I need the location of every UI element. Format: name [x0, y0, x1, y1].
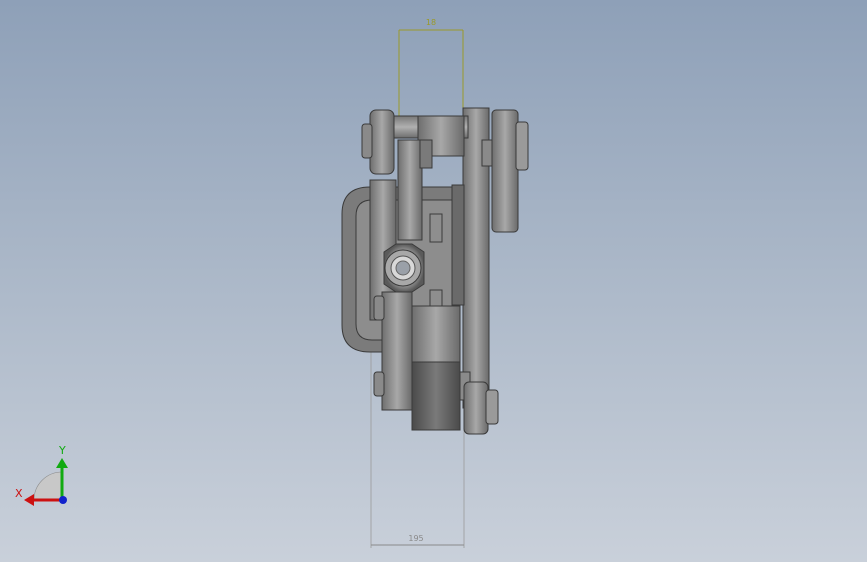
center-bore-inner — [395, 260, 411, 276]
lower-link-arm[interactable] — [381, 291, 413, 411]
lower-link-pin-upper — [373, 295, 385, 321]
coordinate-triad[interactable]: Y X — [15, 444, 68, 506]
dimension-bottom-value[interactable]: 195 — [408, 534, 423, 543]
dimension-top-value[interactable]: 18 — [426, 18, 436, 27]
right-bracket-spacer — [451, 184, 465, 306]
triad-z-axis — [59, 496, 67, 504]
lower-link-pin — [373, 371, 385, 397]
model-assembly[interactable] — [341, 107, 529, 435]
dimension-top[interactable]: 18 — [398, 18, 464, 118]
top-left-roller[interactable] — [369, 109, 395, 175]
model-canvas[interactable]: 18 195 Y X — [0, 0, 867, 562]
graphics-viewport[interactable]: 18 195 Y X — [0, 0, 867, 562]
top-link-arm[interactable] — [397, 139, 423, 241]
triad-y-arrow — [56, 458, 68, 468]
triad-x-arrow — [24, 494, 34, 506]
top-right-roller-hub — [515, 121, 529, 171]
triad-y-label: Y — [58, 444, 66, 457]
triad-view-plane — [33, 471, 63, 501]
top-right-roller[interactable] — [491, 109, 519, 233]
middle-nut-upper — [429, 213, 443, 243]
top-link-nut — [419, 139, 433, 169]
bottom-right-roller[interactable] — [463, 381, 489, 435]
triad-x-label: X — [15, 487, 23, 500]
lower-block[interactable] — [411, 305, 461, 363]
top-left-roller-hub — [361, 123, 373, 159]
lower-roller[interactable] — [411, 361, 461, 431]
top-right-nut — [481, 139, 493, 167]
bottom-right-roller-hub — [485, 389, 499, 425]
